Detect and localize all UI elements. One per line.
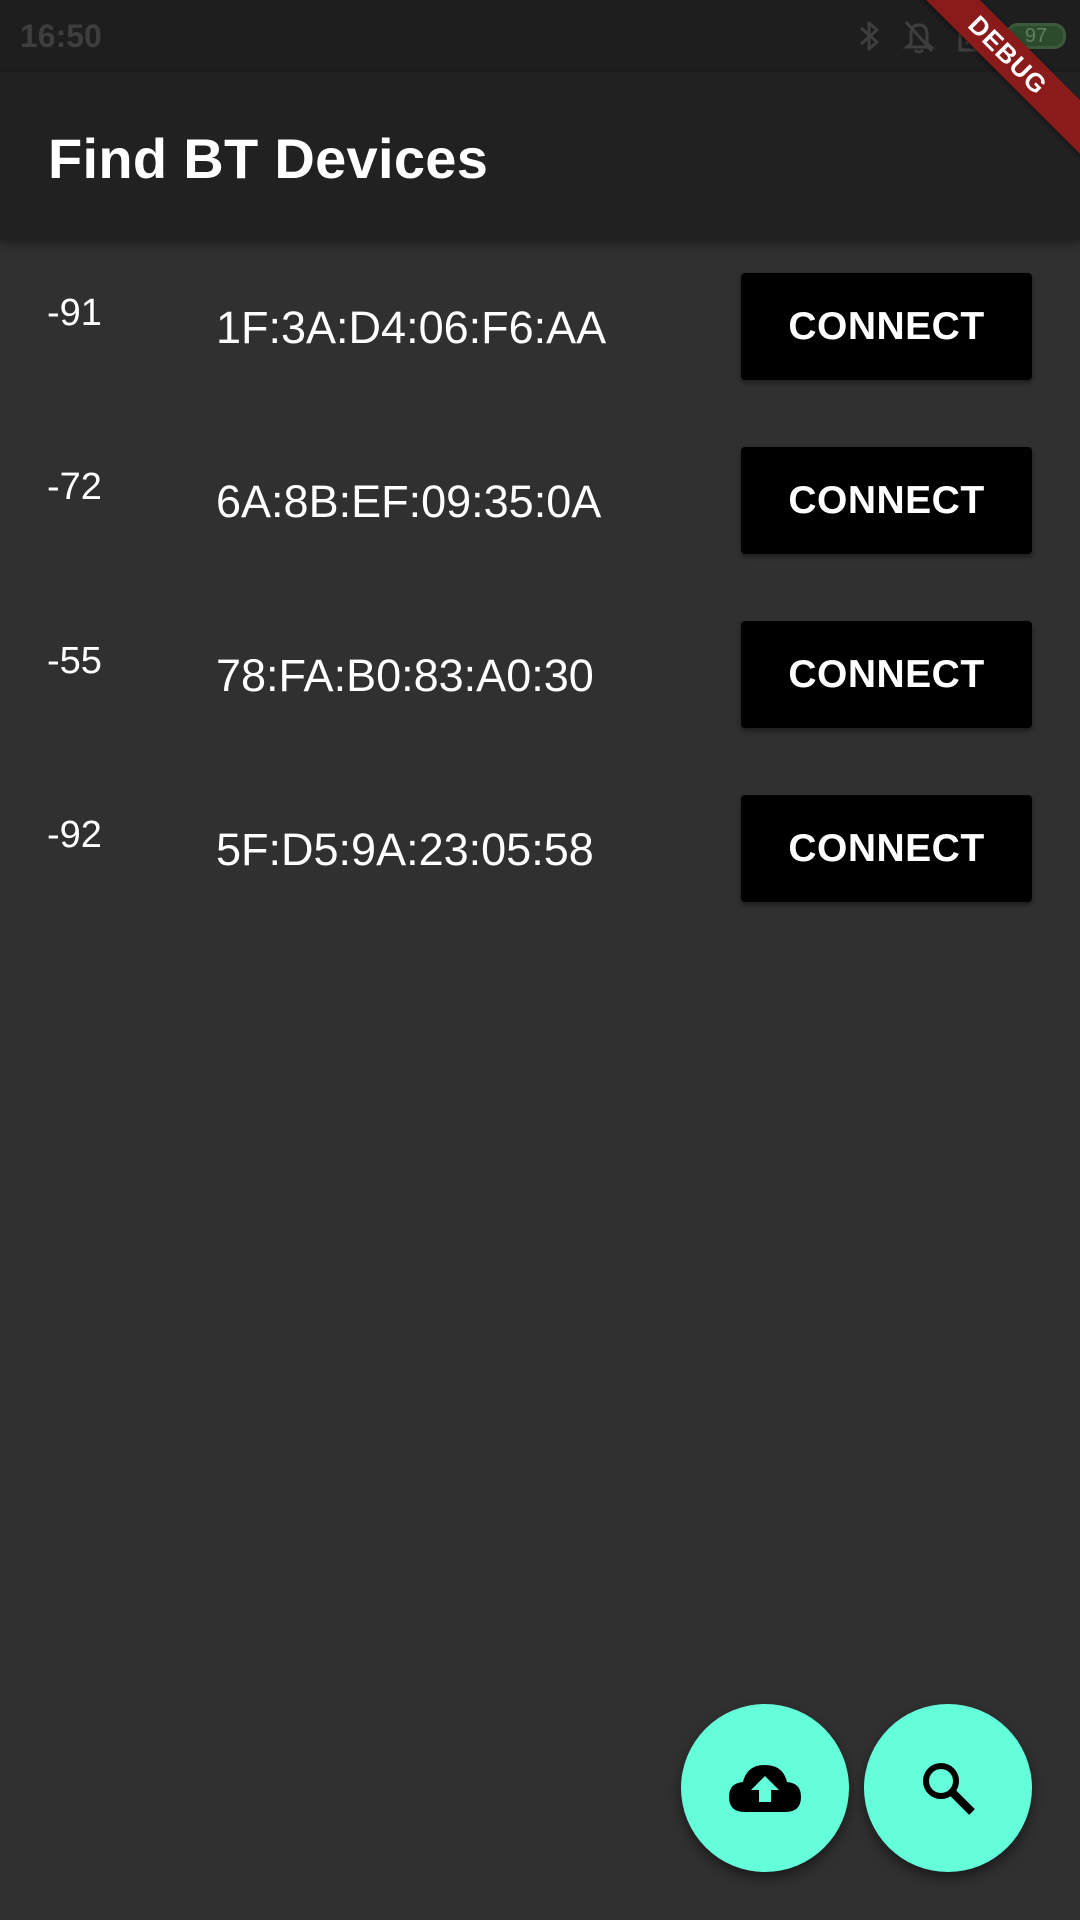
app-bar: Find BT Devices bbox=[0, 72, 1080, 240]
page-title: Find BT Devices bbox=[48, 127, 489, 190]
device-mac-address: 1F:3A:D4:06:F6:AA bbox=[216, 302, 607, 353]
search-icon bbox=[920, 1760, 976, 1816]
search-button[interactable] bbox=[864, 1704, 1032, 1872]
bluetooth-icon bbox=[858, 18, 882, 54]
connect-button[interactable]: CONNECT bbox=[741, 273, 1032, 380]
device-rssi: -92 bbox=[47, 814, 102, 856]
screen: 16:50 97 DEBUG Find BT Devices -91 1F:3A… bbox=[0, 0, 1080, 1920]
device-rssi: -55 bbox=[47, 640, 102, 682]
notifications-off-icon bbox=[902, 18, 936, 54]
connect-button[interactable]: CONNECT bbox=[741, 795, 1032, 902]
status-bar: 16:50 97 bbox=[0, 0, 1080, 72]
device-mac-address: 5F:D5:9A:23:05:58 bbox=[216, 824, 594, 875]
status-time: 16:50 bbox=[20, 17, 102, 54]
device-rssi: -72 bbox=[47, 466, 102, 508]
list-item: -91 1F:3A:D4:06:F6:AA CONNECT bbox=[0, 240, 1080, 414]
device-mac-address: 78:FA:B0:83:A0:30 bbox=[216, 650, 594, 701]
connect-button[interactable]: CONNECT bbox=[741, 621, 1032, 728]
upload-button[interactable] bbox=[681, 1704, 849, 1872]
device-rssi: -91 bbox=[47, 292, 102, 334]
cloud-upload-icon bbox=[727, 1762, 803, 1814]
connect-button[interactable]: CONNECT bbox=[741, 447, 1032, 554]
list-item: -72 6A:8B:EF:09:35:0A CONNECT bbox=[0, 414, 1080, 588]
list-item: -55 78:FA:B0:83:A0:30 CONNECT bbox=[0, 588, 1080, 762]
list-item: -92 5F:D5:9A:23:05:58 CONNECT bbox=[0, 762, 1080, 936]
device-list: -91 1F:3A:D4:06:F6:AA CONNECT -72 6A:8B:… bbox=[0, 240, 1080, 936]
device-mac-address: 6A:8B:EF:09:35:0A bbox=[216, 476, 602, 527]
